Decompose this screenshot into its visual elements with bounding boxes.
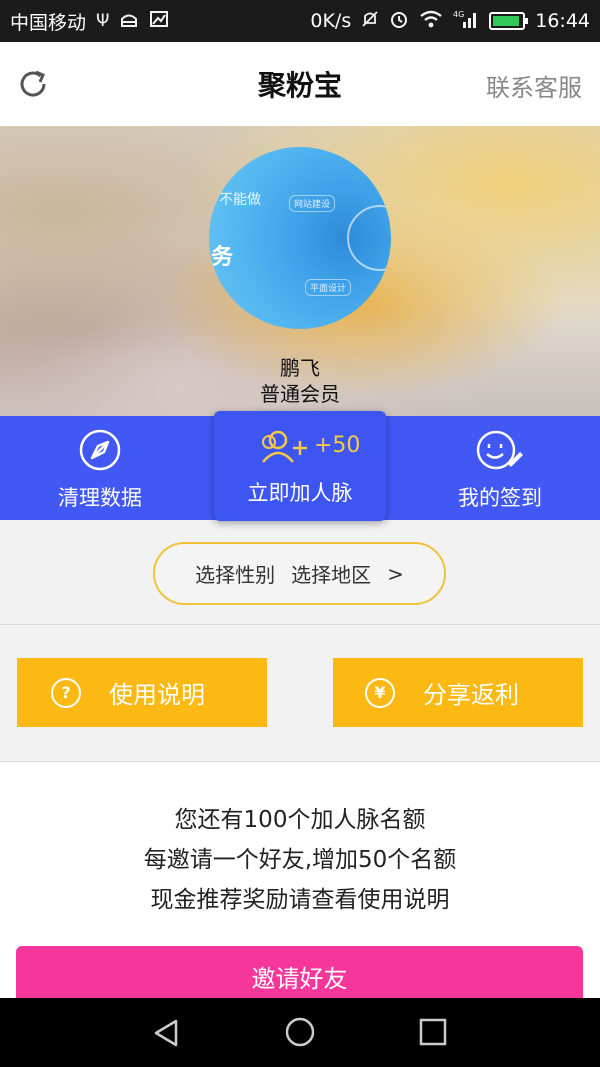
avatar-tag: 平面设计 [305,279,352,296]
invite-friends-button[interactable]: 邀请好友 [16,946,583,1006]
divider [0,624,600,625]
back-icon[interactable] [152,1018,182,1052]
refresh-icon[interactable] [16,67,50,101]
clock: 16:44 [535,10,590,32]
recent-apps-icon[interactable] [419,1018,447,1050]
app-header: 聚粉宝 联系客服 [0,42,600,126]
status-bar: 中国移动 Ψ 0K/s 4G 16:44 [0,0,600,42]
network-speed: 0K/s [310,10,352,32]
signal-icon: 4G [453,9,479,34]
system-navigation-bar [0,998,600,1067]
avatar-text: 务 [211,245,234,270]
gender-region-selector[interactable]: 选择性别 选择地区 > [153,542,446,605]
add-contacts-button[interactable]: +50 立即加人脉 [214,411,386,521]
clean-data-label: 清理数据 [58,486,142,510]
question-icon: ? [51,677,81,708]
share-rebate-label: 分享返利 [423,681,519,709]
avatar-text: 不能做 [219,192,261,208]
mute-icon [361,10,379,33]
region-select[interactable]: 选择地区 [291,559,371,588]
usb-icon: Ψ [96,11,110,31]
action-bar: 清理数据 +50 立即加人脉 我的签到 [0,411,600,521]
home-icon[interactable] [284,1016,316,1052]
android-debug-icon [119,10,139,33]
avatar-ring [347,205,391,271]
sign-in-label: 我的签到 [458,486,542,510]
sign-in-button[interactable]: 我的签到 [400,416,600,520]
page-title: 聚粉宝 [257,69,342,102]
wifi-icon [419,10,443,33]
gender-select[interactable]: 选择性别 [195,559,275,588]
smile-icon [474,428,524,476]
yuan-icon: ¥ [365,677,395,708]
avatar[interactable]: 不能做 务 网站建设 平面设计 [209,147,391,329]
add-contacts-label: 立即加人脉 [247,481,353,505]
member-level: 普通会员 [260,382,340,406]
alarm-icon [389,9,409,34]
image-icon [149,10,169,33]
profile-banner: 不能做 务 网站建设 平面设计 鹏飞 普通会员 [0,126,600,416]
share-rebate-button[interactable]: ¥ 分享返利 [333,658,583,727]
network-type: 4G [453,10,464,19]
chevron-right-icon: > [387,561,404,586]
avatar-tag: 网站建设 [289,195,336,212]
cash-reward-text: 现金推荐奖励请查看使用说明 [150,887,450,913]
battery-icon [489,12,529,30]
help-button[interactable]: ? 使用说明 [17,658,267,727]
rocket-icon [78,428,122,476]
user-name: 鹏飞 [280,356,320,380]
invite-reward-text: 每邀请一个好友,增加50个名额 [143,847,457,873]
join-bonus: +50 [314,433,361,458]
contact-support-link[interactable]: 联系客服 [486,68,582,103]
help-label: 使用说明 [109,681,205,709]
clean-data-button[interactable]: 清理数据 [0,416,200,520]
add-user-icon [258,429,314,469]
carrier-name: 中国移动 [10,11,87,34]
quota-text: 您还有100个加人脉名额 [174,807,426,833]
